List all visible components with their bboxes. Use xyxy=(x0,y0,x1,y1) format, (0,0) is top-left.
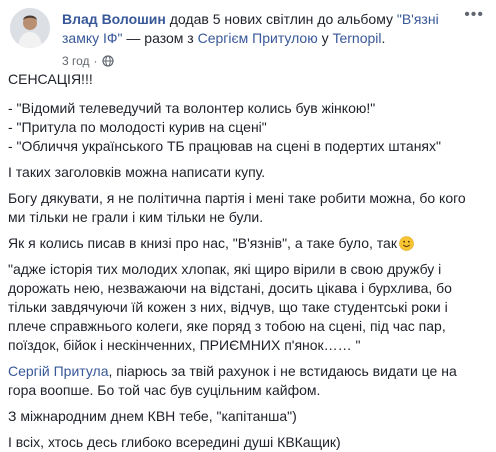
paragraph-4: Сергій Притула, піарюсь за твій рахунок … xyxy=(8,362,486,400)
paragraph-2: Богу дякувати, я не політична партія і м… xyxy=(8,190,466,225)
post-body: СЕНСАЦІЯ!!! - "Відомий телеведучий та во… xyxy=(8,70,486,452)
post-title: СЕНСАЦІЯ!!! xyxy=(8,71,93,87)
post-meta: 3 год · xyxy=(62,54,114,68)
post-header: Влад Волошин додав 5 нових світлин до ал… xyxy=(8,6,488,68)
mention-link[interactable]: Сергій Притула xyxy=(8,363,109,379)
paragraph-3-text: Як я колись писав в книзі про нас, "В'яз… xyxy=(8,235,397,251)
avatar-image xyxy=(10,8,50,48)
author-name-link[interactable]: Влад Волошин xyxy=(62,11,166,27)
location-prefix: у xyxy=(317,30,333,46)
header-end-punct: . xyxy=(381,30,386,46)
headline-2: - "Притула по молодості курив на сцені" xyxy=(8,119,267,135)
post-timestamp[interactable]: 3 год xyxy=(62,54,90,68)
more-icon[interactable]: ••• xyxy=(464,7,484,23)
location-link[interactable]: Ternopil xyxy=(332,30,381,46)
paragraph-3: Як я колись писав в книзі про нас, "В'яз… xyxy=(8,234,486,253)
facebook-post: Влад Волошин додав 5 нових світлин до ал… xyxy=(0,0,496,451)
headline-1: - "Відомий телеведучий та волонтер колис… xyxy=(8,100,376,116)
paragraph-5: З міжнародним днем КВН тебе, "капітанша"… xyxy=(8,408,297,424)
post-header-text: Влад Волошин додав 5 нових світлин до ал… xyxy=(62,10,454,48)
tagged-user-link[interactable]: Сергієм Притулою xyxy=(198,30,318,46)
action-text: додав 5 нових світлин до альбому xyxy=(165,11,397,27)
globe-icon[interactable] xyxy=(101,55,114,67)
separator-dot: · xyxy=(93,54,98,68)
smile-emoji-icon xyxy=(399,236,414,251)
headline-3: - "Обличчя українського ТБ працював на с… xyxy=(8,138,441,154)
book-quote: "адже історія тих молодих хлопак, які щи… xyxy=(8,261,452,353)
author-avatar[interactable] xyxy=(10,8,50,48)
paragraph-6: І всіх, хтось десь глибоко всередині душ… xyxy=(8,434,341,450)
with-text: — разом з xyxy=(122,30,198,46)
paragraph-1: І таких заголовків можна написати купу. xyxy=(8,164,266,180)
